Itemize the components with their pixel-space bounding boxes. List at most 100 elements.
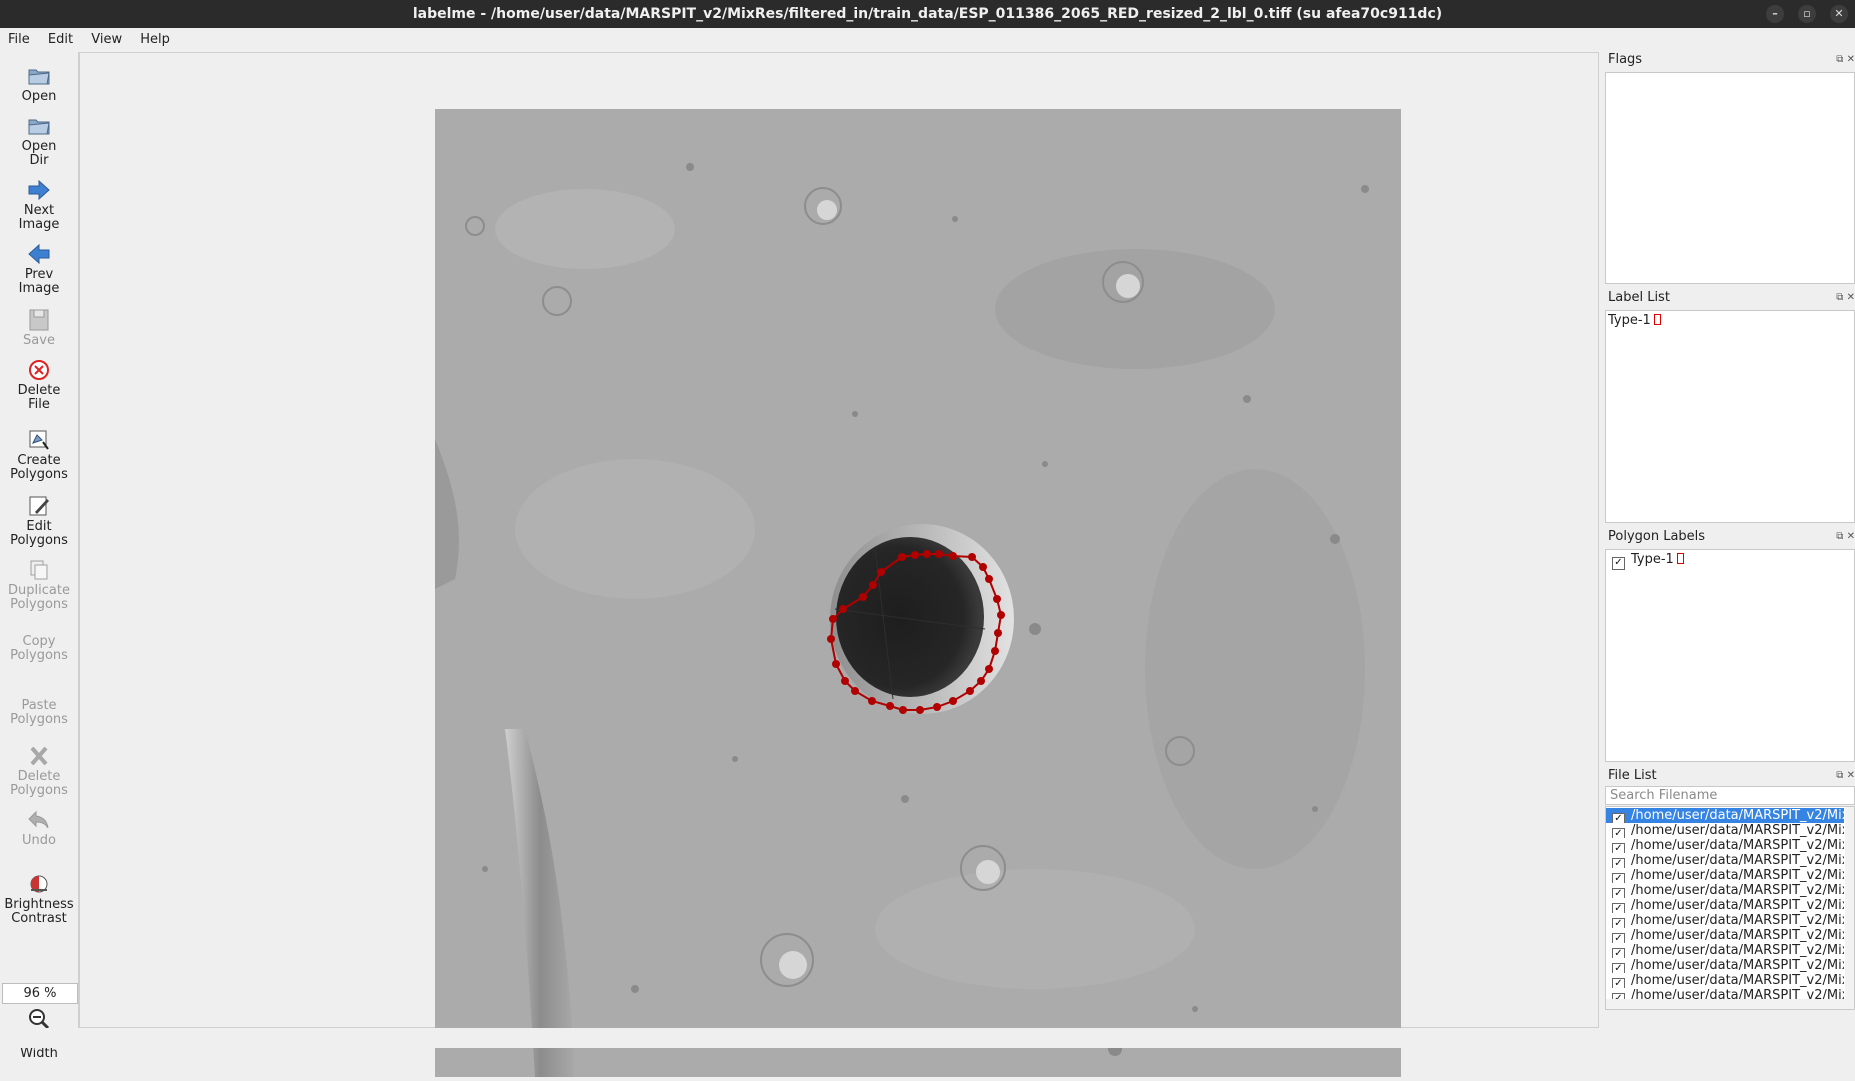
next-image-button[interactable]: Next Image [0,178,78,232]
dock-float-close-icons[interactable]: ⧉ ✕ [1836,770,1855,781]
zoom-level-field[interactable]: 96 % [2,983,78,1004]
undo-label: Undo [22,833,56,848]
prev-image-label: Prev Image [18,267,60,296]
file-list-item[interactable]: ✓/home/user/data/MARSPIT_v2/MixRes [1606,808,1844,823]
undo-button[interactable]: Undo [0,808,78,848]
duplicate-polygons-button[interactable]: Duplicate Polygons [0,558,78,612]
label-list-dock: Label List ⧉ ✕ Type-1 [1604,290,1855,526]
edit-pencil-icon [29,496,49,516]
copy-polygons-button[interactable]: Copy Polygons [0,635,78,663]
delete-polygons-label: Delete Polygons [10,769,68,798]
menu-help[interactable]: Help [132,28,176,47]
create-polygon-icon [29,430,49,450]
flags-dock: Flags ⧉ ✕ [1604,52,1855,288]
window-title: labelme - /home/user/data/MARSPIT_v2/Mix… [412,6,1443,22]
menu-edit[interactable]: Edit [40,28,79,47]
duplicate-polygons-label: Duplicate Polygons [8,583,70,612]
dock-float-close-icons[interactable]: ⧉ ✕ [1836,292,1855,303]
polygon-labels-title: Polygon Labels [1608,529,1706,544]
next-image-label: Next Image [18,203,60,232]
checkbox-checked-icon[interactable]: ✓ [1612,933,1625,943]
file-list-item[interactable]: ✓/home/user/data/MARSPIT_v2/MixRe [1606,883,1844,898]
dock-float-close-icons[interactable]: ⧉ ✕ [1836,54,1855,65]
checkbox-checked-icon[interactable]: ✓ [1612,978,1625,988]
label-list-panel: Type-1 [1605,310,1855,523]
label-name: Type-1 [1608,313,1651,328]
delete-x-icon [30,746,48,766]
delete-file-label: Delete File [17,383,61,412]
label-color-swatch [1653,314,1661,325]
close-button[interactable]: ✕ [1830,5,1848,23]
file-list-item[interactable]: ✓/home/user/data/MARSPIT_v2/MixRe [1606,973,1844,988]
flags-title: Flags [1608,52,1643,67]
file-list-dock: File List ⧉ ✕ Search Filename ✓/home/use… [1604,768,1855,1026]
checkbox-checked-icon[interactable]: ✓ [1612,963,1625,973]
checkbox-checked-icon[interactable]: ✓ [1612,873,1625,883]
copy-polygons-label: Copy Polygons [10,634,68,663]
create-polygons-button[interactable]: Create Polygons [0,428,78,482]
arrow-right-icon [28,179,50,201]
checkbox-checked-icon[interactable]: ✓ [1612,858,1625,868]
checkbox-checked-icon[interactable]: ✓ [1612,948,1625,958]
file-list-horizontal-scrollbar[interactable] [1606,999,1854,1009]
maximize-button[interactable]: ▫ [1798,5,1816,23]
file-list-item[interactable]: ✓/home/user/data/MARSPIT_v2/MixRe [1606,853,1844,868]
checkbox-checked-icon[interactable]: ✓ [1612,888,1625,898]
delete-polygons-button[interactable]: Delete Polygons [0,744,78,798]
dock-float-close-icons[interactable]: ⧉ ✕ [1836,531,1855,542]
label-color-swatch [1676,553,1684,564]
file-list: ✓/home/user/data/MARSPIT_v2/MixRes ✓/hom… [1605,806,1855,1010]
create-polygons-label: Create Polygons [10,453,68,482]
polygon-labels-panel: ✓ Type-1 [1605,549,1855,762]
polygon-labels-dock: Polygon Labels ⧉ ✕ ✓ Type-1 [1604,529,1855,765]
file-list-vertical-scrollbar[interactable] [1845,807,1854,1009]
image-canvas[interactable] [79,52,1599,1077]
polygon-label-name: Type-1 [1631,552,1674,567]
save-label: Save [23,333,55,348]
save-button[interactable]: Save [0,308,78,348]
mars-surface-graphic [435,109,1401,1077]
menu-file[interactable]: File [0,28,36,47]
file-list-item[interactable]: ✓/home/user/data/MARSPIT_v2/MixRe [1606,868,1844,883]
checkbox-checked-icon[interactable]: ✓ [1612,843,1625,853]
brightness-contrast-icon [30,875,48,893]
paste-polygons-label: Paste Polygons [10,698,68,727]
tool-bar: Open Open Dir Next Image Prev Image Save… [0,52,79,1061]
file-list-item[interactable]: ✓/home/user/data/MARSPIT_v2/MixRe [1606,823,1844,838]
prev-image-button[interactable]: Prev Image [0,242,78,296]
label-list-item[interactable]: Type-1 [1608,313,1661,328]
delete-file-button[interactable]: Delete File [0,358,78,412]
checkbox-checked-icon[interactable]: ✓ [1612,903,1625,913]
arrow-left-icon [28,243,50,265]
checkbox-checked-icon[interactable]: ✓ [1612,813,1625,823]
file-list-item[interactable]: ✓/home/user/data/MARSPIT_v2/MixRe [1606,928,1844,943]
search-filename-input[interactable]: Search Filename [1605,786,1855,805]
brightness-contrast-button[interactable]: Brightness Contrast [0,872,78,926]
file-list-item[interactable]: ✓/home/user/data/MARSPIT_v2/MixRe [1606,958,1844,973]
menu-bar: File Edit View Help [0,28,1855,52]
checkbox-checked-icon[interactable]: ✓ [1612,557,1625,570]
window-titlebar: labelme - /home/user/data/MARSPIT_v2/Mix… [0,0,1855,28]
file-list-item[interactable]: ✓/home/user/data/MARSPIT_v2/MixRe [1606,838,1844,853]
file-list-item[interactable]: ✓/home/user/data/MARSPIT_v2/MixRe [1606,898,1844,913]
open-label: Open [21,89,57,104]
checkbox-checked-icon[interactable]: ✓ [1612,918,1625,928]
duplicate-icon [30,560,48,580]
menu-view[interactable]: View [83,28,128,47]
open-button[interactable]: Open [0,64,78,104]
polygon-label-item[interactable]: ✓ Type-1 [1612,552,1684,570]
paste-polygons-button[interactable]: Paste Polygons [0,699,78,727]
minimize-button[interactable]: – [1766,5,1784,23]
status-bar [0,1028,1855,1048]
checkbox-checked-icon[interactable]: ✓ [1612,828,1625,838]
folder-icon [28,119,50,135]
edit-polygons-button[interactable]: Edit Polygons [0,494,78,548]
edit-polygons-label: Edit Polygons [10,519,68,548]
brightness-contrast-label: Brightness Contrast [4,897,74,926]
floppy-disk-icon [29,309,49,331]
file-list-item[interactable]: ✓/home/user/data/MARSPIT_v2/MixRe [1606,913,1844,928]
file-list-item[interactable]: ✓/home/user/data/MARSPIT_v2/MixRe [1606,943,1844,958]
mars-surface-image [435,109,1401,1077]
open-dir-button[interactable]: Open Dir [0,114,78,168]
file-list-title: File List [1608,768,1657,783]
